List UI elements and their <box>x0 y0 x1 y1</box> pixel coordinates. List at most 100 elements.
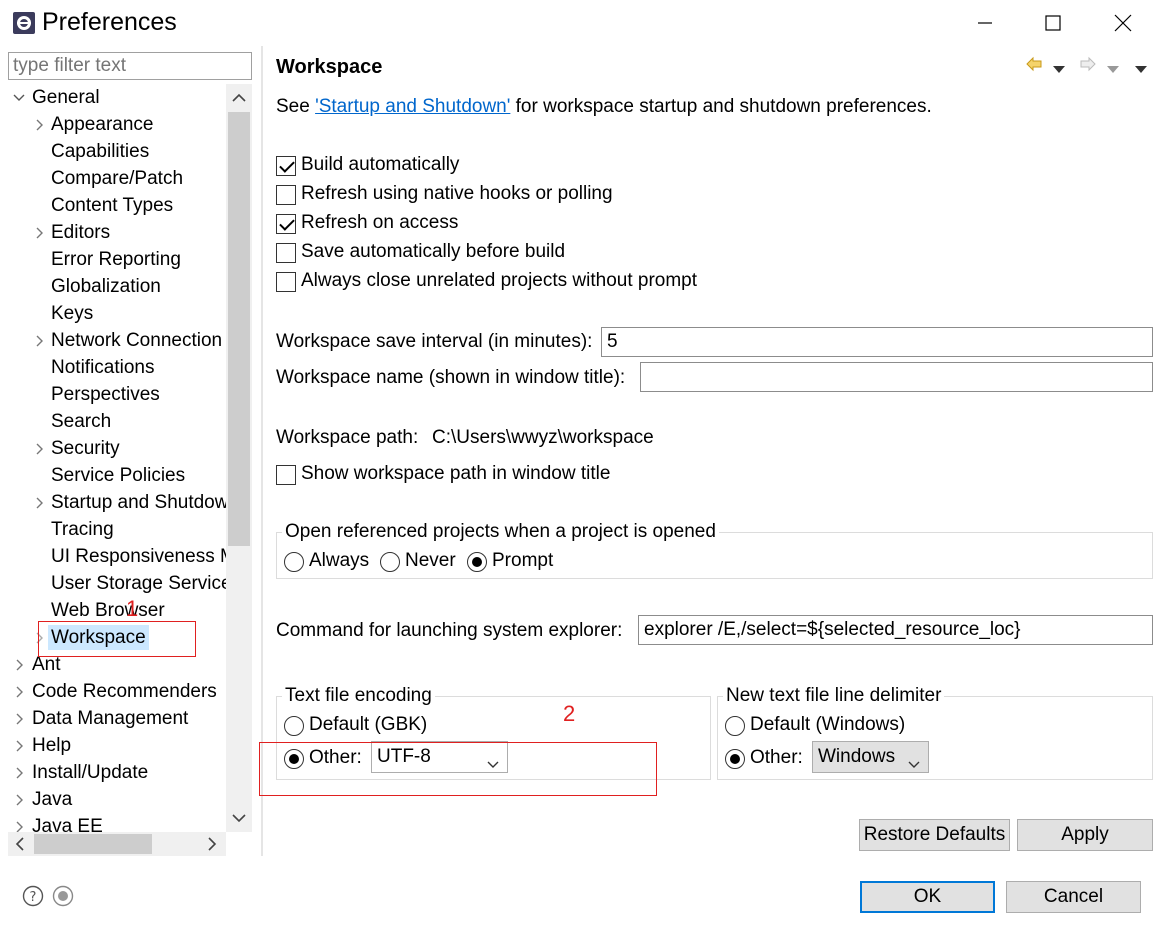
tree-item-label: Keys <box>51 303 94 324</box>
tree-item-label: UI Responsiveness M <box>51 546 236 567</box>
apply-button[interactable]: Apply <box>1017 819 1153 851</box>
back-arrow-icon[interactable] <box>1025 56 1043 72</box>
chevron-right-icon[interactable] <box>32 219 46 246</box>
chevron-right-icon[interactable] <box>12 813 26 832</box>
tree-item-label: Install/Update <box>32 762 149 783</box>
tree-item-content-types[interactable]: Content Types <box>51 192 173 219</box>
title-bar: Preferences <box>0 0 1159 46</box>
explorer-command-input[interactable]: explorer /E,/select=${selected_resource_… <box>638 615 1153 645</box>
tree-item-label: Appearance <box>51 114 154 135</box>
chevron-right-icon[interactable] <box>12 732 26 759</box>
build-automatically-checkbox[interactable] <box>276 156 296 176</box>
show-path-in-title-checkbox[interactable] <box>276 465 296 485</box>
workspace-name-input[interactable] <box>640 362 1153 392</box>
tree-item-ui-responsiveness[interactable]: UI Responsiveness M <box>51 543 236 570</box>
scroll-up-icon[interactable] <box>228 88 250 108</box>
tree-item-service-policies[interactable]: Service Policies <box>51 462 185 489</box>
tree-item-keys[interactable]: Keys <box>51 300 93 327</box>
open-never-label: Never <box>405 550 456 571</box>
tree-item-label: Startup and Shutdow <box>51 492 229 513</box>
help-icon[interactable]: ? <box>22 885 44 907</box>
minimize-button[interactable] <box>962 0 1008 46</box>
tree-item-label: Error Reporting <box>51 249 181 270</box>
chevron-down-icon[interactable] <box>12 84 26 111</box>
vertical-scroll-thumb[interactable] <box>228 112 250 546</box>
save-interval-label: Workspace save interval (in minutes): <box>276 331 593 352</box>
show-path-in-title-label: Show workspace path in window title <box>301 463 611 484</box>
annotation-number-2: 2 <box>563 701 576 726</box>
intro-suffix: for workspace startup and shutdown prefe… <box>510 96 932 117</box>
open-prompt-radio[interactable] <box>467 552 487 572</box>
tree-item-capabilities[interactable]: Capabilities <box>51 138 149 165</box>
annotation-box-1 <box>38 621 196 657</box>
tree-item-compare-patch[interactable]: Compare/Patch <box>51 165 183 192</box>
chevron-right-icon[interactable] <box>32 435 46 462</box>
tree-item-label: Content Types <box>51 195 174 216</box>
forward-dropdown-icon[interactable] <box>1106 58 1120 73</box>
forward-arrow-icon[interactable] <box>1079 56 1097 72</box>
view-menu-icon[interactable] <box>1134 58 1148 73</box>
build-automatically-label: Build automatically <box>301 154 460 175</box>
tree-item-error-reporting[interactable]: Error Reporting <box>51 246 181 273</box>
delimiter-default-radio[interactable] <box>725 716 745 736</box>
encoding-default-radio[interactable] <box>284 716 304 736</box>
tree-item-search[interactable]: Search <box>51 408 111 435</box>
chevron-right-icon[interactable] <box>12 786 26 813</box>
open-always-radio[interactable] <box>284 552 304 572</box>
tree-item-label: Java EE <box>32 816 103 832</box>
chevron-right-icon[interactable] <box>12 759 26 786</box>
chevron-right-icon[interactable] <box>32 327 46 354</box>
delimiter-other-radio[interactable] <box>725 749 745 769</box>
cancel-button[interactable]: Cancel <box>1006 881 1141 913</box>
tree-item-web-browser[interactable]: Web Browser <box>51 597 165 624</box>
scroll-down-icon[interactable] <box>228 808 250 828</box>
save-before-build-checkbox[interactable] <box>276 243 296 263</box>
open-never-radio[interactable] <box>380 552 400 572</box>
workspace-name-label: Workspace name (shown in window title): <box>276 367 626 388</box>
tree-item-label: Notifications <box>51 357 155 378</box>
annotation-number-1: 1 <box>126 596 139 621</box>
intro-text: See 'Startup and Shutdown' for workspace… <box>276 96 932 118</box>
close-button[interactable] <box>1100 0 1146 46</box>
tree-item-label: Perspectives <box>51 384 160 405</box>
horizontal-scroll-thumb[interactable] <box>34 834 152 854</box>
tree-item-user-storage[interactable]: User Storage Service <box>51 570 232 597</box>
restore-defaults-button[interactable]: Restore Defaults <box>859 819 1010 851</box>
filter-input[interactable] <box>8 52 252 80</box>
tree-item-tracing[interactable]: Tracing <box>51 516 114 543</box>
workspace-path-value: C:\Users\wwyz\workspace <box>432 427 654 448</box>
maximize-button[interactable] <box>1030 0 1076 46</box>
save-before-build-label: Save automatically before build <box>301 241 566 262</box>
back-dropdown-icon[interactable] <box>1052 58 1066 73</box>
tree-item-label: General <box>32 87 100 108</box>
scroll-right-icon[interactable] <box>202 834 222 854</box>
tree-item-globalization[interactable]: Globalization <box>51 273 161 300</box>
page-title: Workspace <box>276 56 383 78</box>
chevron-right-icon[interactable] <box>32 111 46 138</box>
tree-item-label: Globalization <box>51 276 161 297</box>
refresh-native-hooks-checkbox[interactable] <box>276 185 296 205</box>
import-export-icon[interactable] <box>52 885 74 907</box>
open-projects-group-title: Open referenced projects when a project … <box>282 521 719 543</box>
startup-shutdown-link[interactable]: 'Startup and Shutdown' <box>315 96 510 117</box>
chevron-right-icon[interactable] <box>12 705 26 732</box>
refresh-on-access-checkbox[interactable] <box>276 214 296 234</box>
chevron-right-icon[interactable] <box>12 678 26 705</box>
chevron-right-icon[interactable] <box>12 651 26 678</box>
ok-button[interactable]: OK <box>860 881 995 913</box>
chevron-down-icon <box>908 753 920 775</box>
intro-prefix: See <box>276 96 316 117</box>
tree-item-label: User Storage Service <box>51 573 232 594</box>
close-unrelated-projects-checkbox[interactable] <box>276 272 296 292</box>
close-unrelated-projects-label: Always close unrelated projects without … <box>301 270 698 291</box>
tree-item-label: Network Connection <box>51 330 223 351</box>
save-interval-input[interactable]: 5 <box>601 327 1153 357</box>
tree-item-label: Help <box>32 735 72 756</box>
tree-item-label: Tracing <box>51 519 114 540</box>
delimiter-select[interactable]: Windows <box>812 741 929 773</box>
panel-divider[interactable] <box>261 46 263 856</box>
scroll-left-icon[interactable] <box>10 834 30 854</box>
chevron-right-icon[interactable] <box>32 489 46 516</box>
tree-item-perspectives[interactable]: Perspectives <box>51 381 160 408</box>
tree-item-notifications[interactable]: Notifications <box>51 354 155 381</box>
